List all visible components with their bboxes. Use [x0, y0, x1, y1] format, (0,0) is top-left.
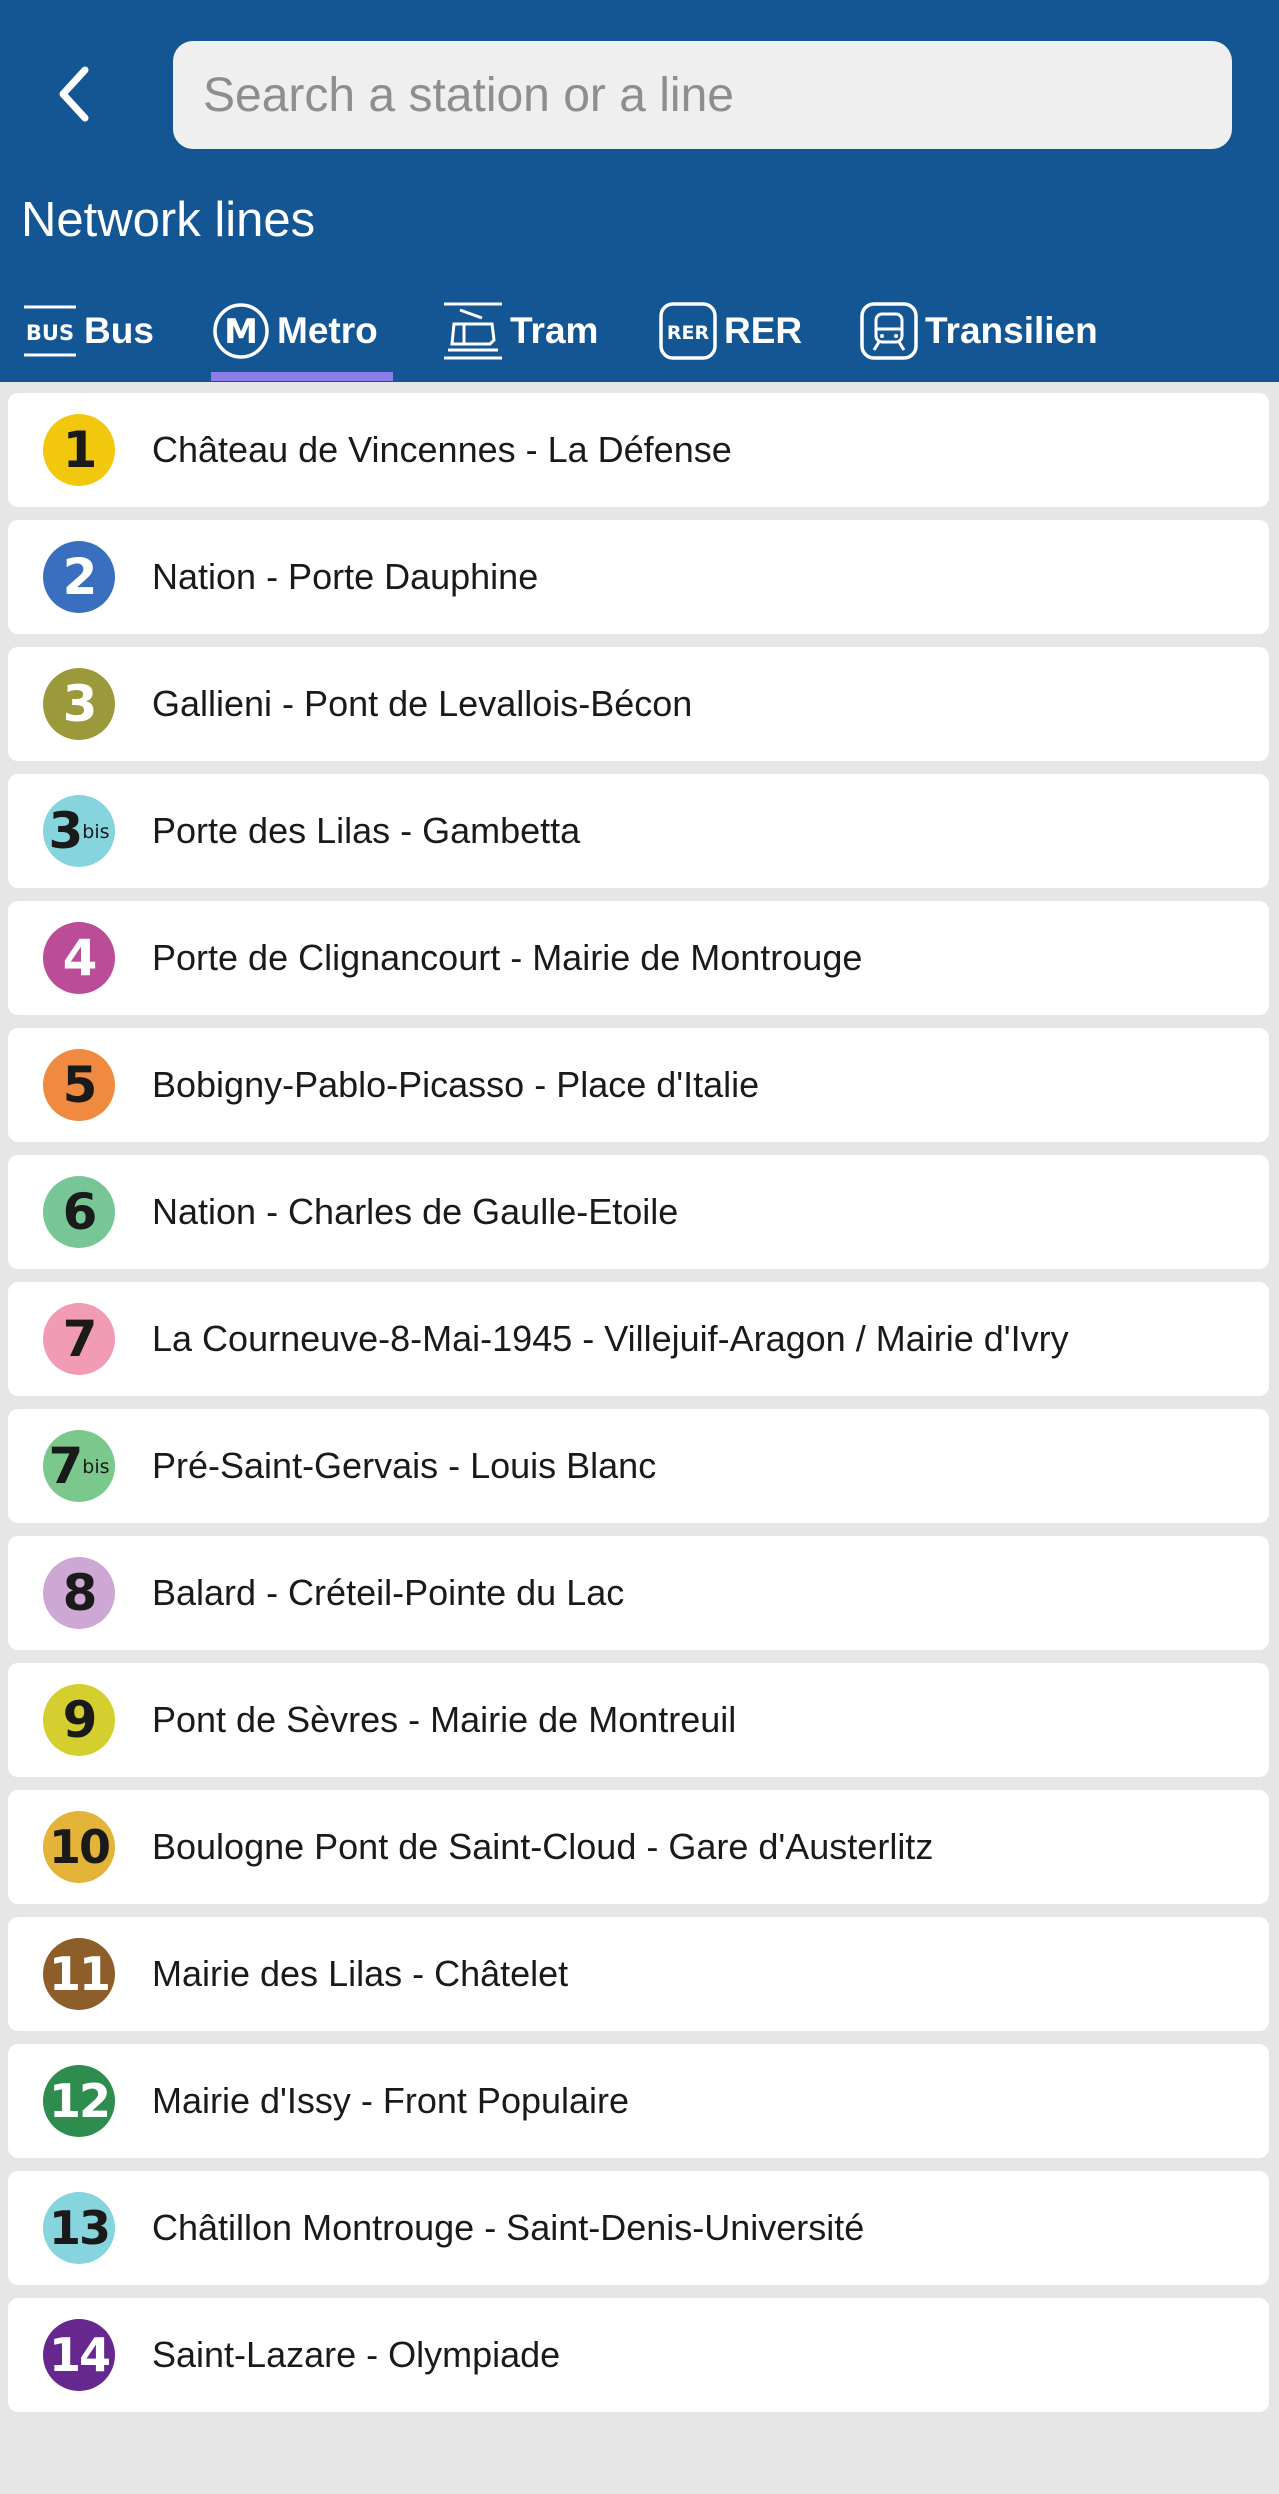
line-route-name: Boulogne Pont de Saint-Cloud - Gare d'Au… [152, 1826, 934, 1867]
metro-line-row[interactable]: 3 bis Porte des Lilas - Gambetta [8, 774, 1269, 888]
line-number: 12 [48, 2074, 111, 2128]
metro-icon: M [211, 301, 271, 361]
line-number-badge: 1 [43, 414, 115, 486]
metro-line-row[interactable]: 14 Saint-Lazare - Olympiade [8, 2298, 1269, 2412]
metro-line-row[interactable]: 5 Bobigny-Pablo-Picasso - Place d'Italie [8, 1028, 1269, 1142]
line-number-badge: 3 bis [43, 795, 115, 867]
line-number-badge: 3 [43, 668, 115, 740]
line-number: 1 [62, 421, 98, 479]
tab-rer[interactable]: RER RER [658, 280, 802, 382]
metro-line-row[interactable]: 12 Mairie d'Issy - Front Populaire [8, 2044, 1269, 2158]
line-number: 3 [62, 675, 98, 733]
line-route-name: Saint-Lazare - Olympiade [152, 2334, 561, 2375]
line-route-name: Mairie des Lilas - Châtelet [152, 1953, 569, 1994]
line-route-name: Pont de Sèvres - Mairie de Montreuil [152, 1699, 737, 1740]
tab-metro[interactable]: M Metro [211, 280, 378, 382]
line-number: 13 [48, 2201, 111, 2255]
transport-tabs: BUS Bus M Metro Tram RER RER Transilien [0, 280, 1279, 382]
line-number: 8 [62, 1564, 98, 1622]
line-number: 3 [48, 802, 83, 860]
bus-icon: BUS [22, 303, 78, 359]
line-number-badge: 12 [43, 2065, 115, 2137]
line-number: 11 [48, 1947, 111, 2001]
metro-line-row[interactable]: 8 Balard - Créteil-Pointe du Lac [8, 1536, 1269, 1650]
line-route-name: Pré-Saint-Gervais - Louis Blanc [152, 1445, 657, 1486]
metro-icon-text: M [224, 312, 258, 352]
tab-transilien-label: Transilien [925, 310, 1098, 351]
line-route-name: Gallieni - Pont de Levallois-Bécon [152, 683, 693, 724]
metro-line-row[interactable]: 9 Pont de Sèvres - Mairie de Montreuil [8, 1663, 1269, 1777]
tram-icon [442, 300, 504, 362]
line-number-badge: 9 [43, 1684, 115, 1756]
metro-line-row[interactable]: 7 La Courneuve-8-Mai-1945 - Villejuif-Ara… [8, 1282, 1269, 1396]
tab-tram[interactable]: Tram [442, 280, 598, 382]
tab-bus[interactable]: BUS Bus [22, 280, 154, 382]
metro-line-row[interactable]: 3 Gallieni - Pont de Levallois-Bécon [8, 647, 1269, 761]
bus-icon-text: BUS [26, 321, 74, 345]
app-header: Network lines BUS Bus M Metro [0, 0, 1279, 382]
rer-icon: RER [658, 301, 718, 361]
search-box[interactable] [173, 41, 1232, 149]
metro-line-row[interactable]: 4 Porte de Clignancourt - Mairie de Montr… [8, 901, 1269, 1015]
line-number-badge: 11 [43, 1938, 115, 2010]
active-tab-indicator [211, 372, 393, 381]
tab-tram-label: Tram [510, 310, 599, 351]
line-route-name: Balard - Créteil-Pointe du Lac [152, 1572, 625, 1613]
line-route-name: Nation - Porte Dauphine [152, 556, 539, 597]
back-button[interactable] [38, 52, 112, 136]
line-number-badge: 2 [43, 541, 115, 613]
line-route-name: Nation - Charles de Gaulle-Etoile [152, 1191, 679, 1232]
line-route-name: Bobigny-Pablo-Picasso - Place d'Italie [152, 1064, 760, 1105]
search-input[interactable] [173, 41, 1232, 149]
line-number: 7 [62, 1310, 98, 1368]
metro-line-row[interactable]: 6 Nation - Charles de Gaulle-Etoile [8, 1155, 1269, 1269]
line-route-name: Porte des Lilas - Gambetta [152, 810, 581, 851]
metro-line-row[interactable]: 10 Boulogne Pont de Saint-Cloud - Gare d'… [8, 1790, 1269, 1904]
rer-icon-text: RER [667, 322, 710, 344]
metro-line-row[interactable]: 11 Mairie des Lilas - Châtelet [8, 1917, 1269, 2031]
line-number-badge: 14 [43, 2319, 115, 2391]
chevron-left-icon [59, 66, 89, 122]
line-number: 6 [62, 1183, 98, 1241]
line-route-name: Porte de Clignancourt - Mairie de Montro… [152, 937, 863, 978]
line-number-badge: 7 [43, 1303, 115, 1375]
tab-transilien[interactable]: Transilien [859, 280, 1098, 382]
line-route-name: Mairie d'Issy - Front Populaire [152, 2080, 630, 2121]
line-number-badge: 5 [43, 1049, 115, 1121]
line-number-badge: 6 [43, 1176, 115, 1248]
tab-rer-label: RER [724, 310, 803, 351]
line-number: 14 [48, 2328, 111, 2382]
metro-line-row[interactable]: 7 bis Pré-Saint-Gervais - Louis Blanc [8, 1409, 1269, 1523]
line-number: 9 [62, 1691, 98, 1749]
line-route-name: Château de Vincennes - La Défense [152, 429, 732, 470]
line-number: 2 [62, 548, 98, 606]
line-number: 4 [62, 929, 98, 987]
line-number-badge: 4 [43, 922, 115, 994]
line-number: 7 [48, 1437, 83, 1495]
tab-bus-label: Bus [84, 310, 154, 351]
line-number: 10 [48, 1820, 111, 1874]
line-number-badge: 7 bis [43, 1430, 115, 1502]
line-number-badge: 10 [43, 1811, 115, 1883]
transilien-icon [859, 301, 919, 361]
line-number: 5 [62, 1056, 98, 1114]
line-number-badge: 13 [43, 2192, 115, 2264]
line-route-name: Châtillon Montrouge - Saint-Denis-Univer… [152, 2207, 865, 2248]
metro-line-row[interactable]: 1 Château de Vincennes - La Défense [8, 393, 1269, 507]
line-number-suffix: bis [82, 821, 110, 843]
tab-metro-label: Metro [277, 310, 378, 351]
metro-line-row[interactable]: 13 Châtillon Montrouge - Saint-Denis-Univ… [8, 2171, 1269, 2285]
line-number-badge: 8 [43, 1557, 115, 1629]
line-number-suffix: bis [82, 1456, 110, 1478]
page-title: Network lines [21, 193, 316, 247]
line-route-name: La Courneuve-8-Mai-1945 - Villejuif-Arag… [152, 1318, 1069, 1359]
metro-line-row[interactable]: 2 Nation - Porte Dauphine [8, 520, 1269, 634]
